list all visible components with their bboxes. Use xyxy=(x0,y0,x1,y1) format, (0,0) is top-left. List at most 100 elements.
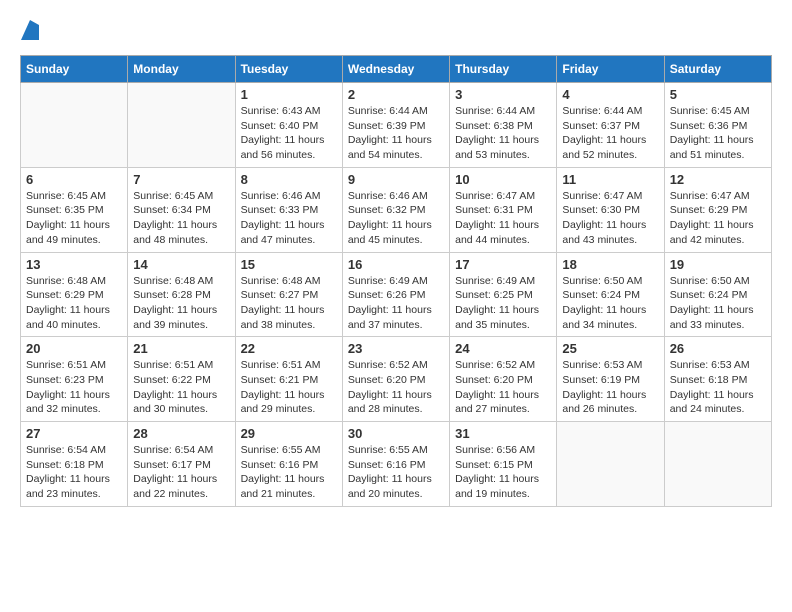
day-number: 19 xyxy=(670,257,766,272)
day-info: Sunrise: 6:44 AMSunset: 6:39 PMDaylight:… xyxy=(348,104,444,163)
calendar-week-row: 13 Sunrise: 6:48 AMSunset: 6:29 PMDayligh… xyxy=(21,252,772,337)
calendar-cell xyxy=(664,422,771,507)
calendar-cell: 10 Sunrise: 6:47 AMSunset: 6:31 PMDayligh… xyxy=(450,167,557,252)
day-info: Sunrise: 6:54 AMSunset: 6:18 PMDaylight:… xyxy=(26,443,122,502)
day-info: Sunrise: 6:46 AMSunset: 6:32 PMDaylight:… xyxy=(348,189,444,248)
calendar-cell: 7 Sunrise: 6:45 AMSunset: 6:34 PMDaylight… xyxy=(128,167,235,252)
calendar-cell: 2 Sunrise: 6:44 AMSunset: 6:39 PMDaylight… xyxy=(342,83,449,168)
calendar-cell: 13 Sunrise: 6:48 AMSunset: 6:29 PMDayligh… xyxy=(21,252,128,337)
day-number: 9 xyxy=(348,172,444,187)
day-info: Sunrise: 6:55 AMSunset: 6:16 PMDaylight:… xyxy=(348,443,444,502)
calendar-cell: 16Sunrise: 6:49 AMSunset: 6:26 PMDayligh… xyxy=(342,252,449,337)
day-number: 20 xyxy=(26,341,122,356)
calendar-cell: 8 Sunrise: 6:46 AMSunset: 6:33 PMDaylight… xyxy=(235,167,342,252)
calendar-cell: 15 Sunrise: 6:48 AMSunset: 6:27 PMDayligh… xyxy=(235,252,342,337)
day-number: 2 xyxy=(348,87,444,102)
day-info: Sunrise: 6:51 AMSunset: 6:21 PMDaylight:… xyxy=(241,358,337,417)
day-info: Sunrise: 6:50 AMSunset: 6:24 PMDaylight:… xyxy=(670,274,766,333)
weekday-header-tuesday: Tuesday xyxy=(235,56,342,83)
calendar-cell xyxy=(557,422,664,507)
day-info: Sunrise: 6:51 AMSunset: 6:22 PMDaylight:… xyxy=(133,358,229,417)
day-info: Sunrise: 6:50 AMSunset: 6:24 PMDaylight:… xyxy=(562,274,658,333)
day-info: Sunrise: 6:45 AMSunset: 6:36 PMDaylight:… xyxy=(670,104,766,163)
day-number: 6 xyxy=(26,172,122,187)
day-number: 1 xyxy=(241,87,337,102)
day-info: Sunrise: 6:53 AMSunset: 6:18 PMDaylight:… xyxy=(670,358,766,417)
day-info: Sunrise: 6:43 AMSunset: 6:40 PMDaylight:… xyxy=(241,104,337,163)
calendar-cell: 20 Sunrise: 6:51 AMSunset: 6:23 PMDayligh… xyxy=(21,337,128,422)
calendar-week-row: 6 Sunrise: 6:45 AMSunset: 6:35 PMDaylight… xyxy=(21,167,772,252)
weekday-header-sunday: Sunday xyxy=(21,56,128,83)
day-info: Sunrise: 6:49 AMSunset: 6:26 PMDaylight:… xyxy=(348,274,444,333)
day-info: Sunrise: 6:52 AMSunset: 6:20 PMDaylight:… xyxy=(348,358,444,417)
day-info: Sunrise: 6:45 AMSunset: 6:34 PMDaylight:… xyxy=(133,189,229,248)
calendar-week-row: 1 Sunrise: 6:43 AMSunset: 6:40 PMDaylight… xyxy=(21,83,772,168)
day-number: 12 xyxy=(670,172,766,187)
calendar-cell xyxy=(21,83,128,168)
day-number: 25 xyxy=(562,341,658,356)
day-number: 24 xyxy=(455,341,551,356)
day-number: 3 xyxy=(455,87,551,102)
calendar-cell: 3 Sunrise: 6:44 AMSunset: 6:38 PMDaylight… xyxy=(450,83,557,168)
day-number: 10 xyxy=(455,172,551,187)
calendar-cell: 5 Sunrise: 6:45 AMSunset: 6:36 PMDaylight… xyxy=(664,83,771,168)
calendar-cell: 22 Sunrise: 6:51 AMSunset: 6:21 PMDayligh… xyxy=(235,337,342,422)
day-number: 23 xyxy=(348,341,444,356)
calendar-cell: 24Sunrise: 6:52 AMSunset: 6:20 PMDayligh… xyxy=(450,337,557,422)
day-number: 11 xyxy=(562,172,658,187)
calendar-cell: 9 Sunrise: 6:46 AMSunset: 6:32 PMDaylight… xyxy=(342,167,449,252)
day-info: Sunrise: 6:48 AMSunset: 6:27 PMDaylight:… xyxy=(241,274,337,333)
day-info: Sunrise: 6:47 AMSunset: 6:30 PMDaylight:… xyxy=(562,189,658,248)
calendar-cell: 19 Sunrise: 6:50 AMSunset: 6:24 PMDayligh… xyxy=(664,252,771,337)
day-number: 7 xyxy=(133,172,229,187)
calendar-cell: 31Sunrise: 6:56 AMSunset: 6:15 PMDayligh… xyxy=(450,422,557,507)
day-info: Sunrise: 6:56 AMSunset: 6:15 PMDaylight:… xyxy=(455,443,551,502)
calendar-cell: 6 Sunrise: 6:45 AMSunset: 6:35 PMDaylight… xyxy=(21,167,128,252)
logo xyxy=(20,20,39,45)
calendar-cell: 21Sunrise: 6:51 AMSunset: 6:22 PMDayligh… xyxy=(128,337,235,422)
day-number: 8 xyxy=(241,172,337,187)
calendar-cell: 1 Sunrise: 6:43 AMSunset: 6:40 PMDaylight… xyxy=(235,83,342,168)
day-number: 14 xyxy=(133,257,229,272)
day-info: Sunrise: 6:45 AMSunset: 6:35 PMDaylight:… xyxy=(26,189,122,248)
day-info: Sunrise: 6:44 AMSunset: 6:38 PMDaylight:… xyxy=(455,104,551,163)
day-info: Sunrise: 6:46 AMSunset: 6:33 PMDaylight:… xyxy=(241,189,337,248)
calendar-cell: 29Sunrise: 6:55 AMSunset: 6:16 PMDayligh… xyxy=(235,422,342,507)
day-number: 5 xyxy=(670,87,766,102)
calendar-cell: 11 Sunrise: 6:47 AMSunset: 6:30 PMDayligh… xyxy=(557,167,664,252)
calendar-cell: 26 Sunrise: 6:53 AMSunset: 6:18 PMDayligh… xyxy=(664,337,771,422)
day-info: Sunrise: 6:48 AMSunset: 6:29 PMDaylight:… xyxy=(26,274,122,333)
page-header xyxy=(20,20,772,45)
calendar-cell: 25 Sunrise: 6:53 AMSunset: 6:19 PMDayligh… xyxy=(557,337,664,422)
day-info: Sunrise: 6:51 AMSunset: 6:23 PMDaylight:… xyxy=(26,358,122,417)
calendar-cell: 12Sunrise: 6:47 AMSunset: 6:29 PMDayligh… xyxy=(664,167,771,252)
calendar-cell: 23 Sunrise: 6:52 AMSunset: 6:20 PMDayligh… xyxy=(342,337,449,422)
calendar-cell: 14 Sunrise: 6:48 AMSunset: 6:28 PMDayligh… xyxy=(128,252,235,337)
day-info: Sunrise: 6:47 AMSunset: 6:31 PMDaylight:… xyxy=(455,189,551,248)
day-number: 22 xyxy=(241,341,337,356)
weekday-header-saturday: Saturday xyxy=(664,56,771,83)
day-number: 26 xyxy=(670,341,766,356)
day-info: Sunrise: 6:49 AMSunset: 6:25 PMDaylight:… xyxy=(455,274,551,333)
weekday-header-friday: Friday xyxy=(557,56,664,83)
day-info: Sunrise: 6:48 AMSunset: 6:28 PMDaylight:… xyxy=(133,274,229,333)
day-number: 27 xyxy=(26,426,122,441)
calendar-cell: 18Sunrise: 6:50 AMSunset: 6:24 PMDayligh… xyxy=(557,252,664,337)
calendar-cell: 28 Sunrise: 6:54 AMSunset: 6:17 PMDayligh… xyxy=(128,422,235,507)
day-info: Sunrise: 6:55 AMSunset: 6:16 PMDaylight:… xyxy=(241,443,337,502)
calendar-week-row: 20 Sunrise: 6:51 AMSunset: 6:23 PMDayligh… xyxy=(21,337,772,422)
logo-chevron-icon xyxy=(21,20,39,45)
day-number: 13 xyxy=(26,257,122,272)
calendar-cell: 27 Sunrise: 6:54 AMSunset: 6:18 PMDayligh… xyxy=(21,422,128,507)
calendar-cell: 17Sunrise: 6:49 AMSunset: 6:25 PMDayligh… xyxy=(450,252,557,337)
calendar-cell: 30Sunrise: 6:55 AMSunset: 6:16 PMDayligh… xyxy=(342,422,449,507)
day-info: Sunrise: 6:44 AMSunset: 6:37 PMDaylight:… xyxy=(562,104,658,163)
day-number: 15 xyxy=(241,257,337,272)
weekday-header-monday: Monday xyxy=(128,56,235,83)
calendar-week-row: 27 Sunrise: 6:54 AMSunset: 6:18 PMDayligh… xyxy=(21,422,772,507)
weekday-header-thursday: Thursday xyxy=(450,56,557,83)
day-info: Sunrise: 6:54 AMSunset: 6:17 PMDaylight:… xyxy=(133,443,229,502)
day-number: 28 xyxy=(133,426,229,441)
day-info: Sunrise: 6:53 AMSunset: 6:19 PMDaylight:… xyxy=(562,358,658,417)
day-number: 4 xyxy=(562,87,658,102)
